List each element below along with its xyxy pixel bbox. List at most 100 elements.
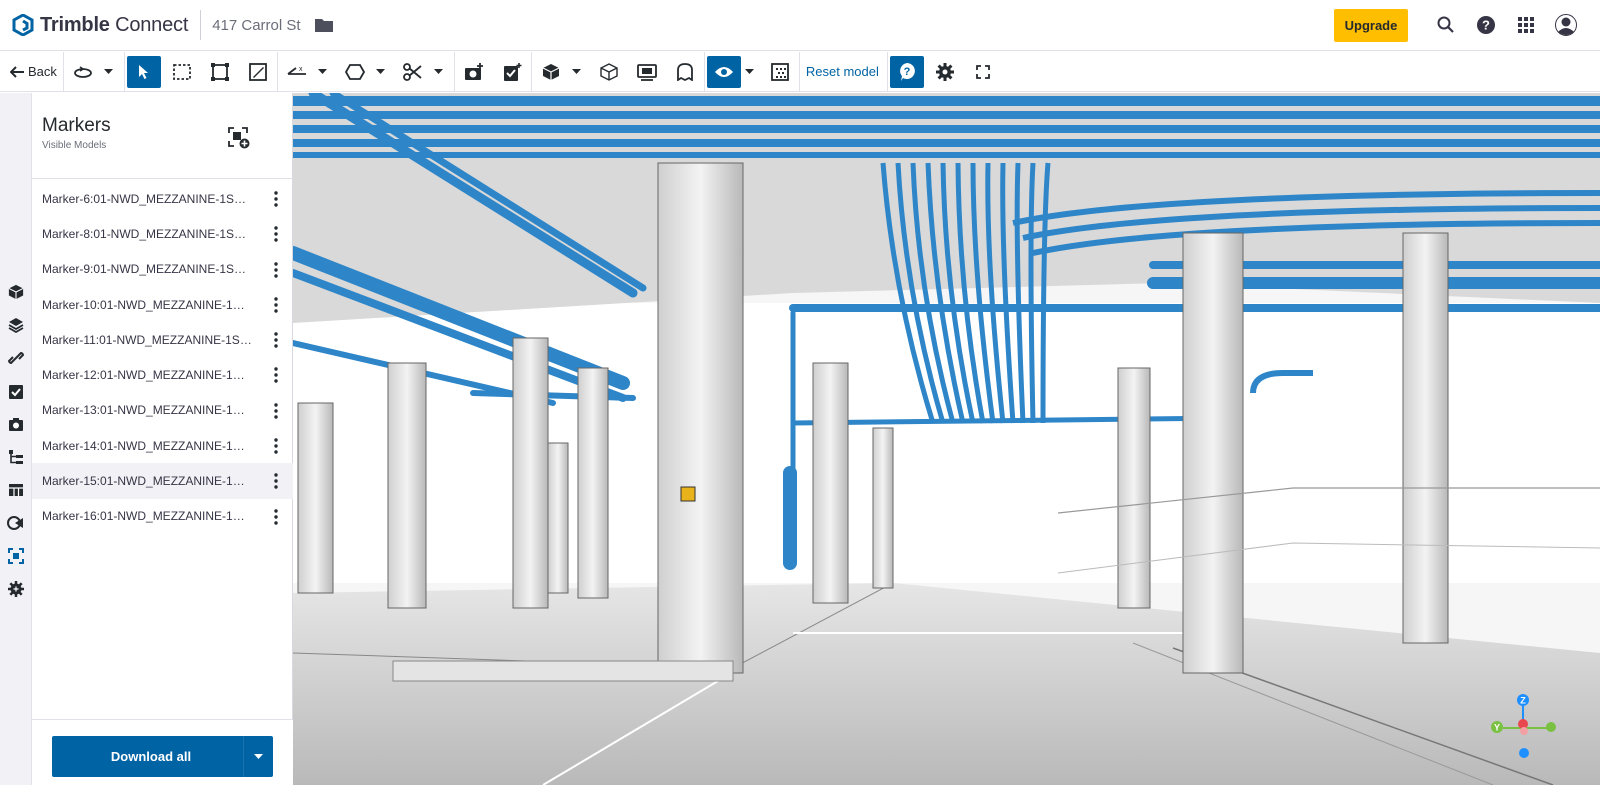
add-marker-icon[interactable] <box>228 127 250 149</box>
measure-icon: x <box>287 66 306 75</box>
more-options-icon[interactable] <box>273 191 279 207</box>
more-options-icon[interactable] <box>273 473 279 490</box>
help-icon[interactable]: ? <box>1466 5 1506 45</box>
eye-icon <box>714 66 733 77</box>
more-options-icon[interactable] <box>273 332 279 348</box>
viewer-toolbar: Back x Reset model ? <box>0 51 1600 92</box>
marker-label: Marker-11:01-NWD_MEZZANINE-1ST FLOOR <box>42 332 252 347</box>
model-scene[interactable]: Z Y <box>293 93 1600 785</box>
checker-grid-icon <box>771 62 789 81</box>
more-options-icon[interactable] <box>273 261 279 278</box>
side-rail <box>0 93 32 785</box>
caret-down-icon <box>376 69 386 74</box>
list-item[interactable]: Marker-10:01-NWD_MEZZANINE-1ST FLOOR <box>32 287 293 322</box>
folder-icon[interactable] <box>314 18 333 32</box>
transform-box-icon <box>210 62 229 81</box>
camera-add-icon <box>464 62 483 80</box>
toolbar-divider <box>453 51 455 92</box>
list-item[interactable]: Marker-16:01-NWD_MEZZANINE-1ST FLOOR <box>32 499 293 534</box>
hierarchy-icon[interactable] <box>6 447 26 467</box>
settings-button[interactable] <box>928 56 962 88</box>
toolbar-divider <box>276 51 278 92</box>
clash-icon[interactable] <box>6 513 26 533</box>
search-icon[interactable] <box>1426 5 1466 45</box>
help-bubble-button[interactable]: ? <box>889 55 924 88</box>
orbit-tool-button[interactable] <box>66 56 100 88</box>
views-icon[interactable] <box>6 414 26 434</box>
more-options-icon[interactable] <box>273 367 279 384</box>
section-tool-button[interactable] <box>396 56 430 88</box>
download-all-button[interactable]: Download all <box>52 736 273 777</box>
3d-viewport[interactable]: Z Y <box>293 93 1600 785</box>
grid-button[interactable] <box>763 56 797 88</box>
trimble-connect-logo[interactable]: Trimble Connect <box>12 14 188 37</box>
box-select-button[interactable] <box>165 56 199 88</box>
list-item[interactable]: Marker-12:01-NWD_MEZZANINE-1ST FLOOR <box>32 357 293 392</box>
measure-dropdown[interactable] <box>316 56 330 88</box>
ghost-mode-button[interactable] <box>668 56 702 88</box>
bounding-box-button[interactable] <box>203 56 237 88</box>
trimble-logo-icon <box>12 14 34 36</box>
marker-label: Marker-6:01-NWD_MEZZANINE-1ST FLOOR <box>42 191 252 206</box>
add-todo-button[interactable] <box>495 56 529 88</box>
more-options-icon[interactable] <box>273 438 279 454</box>
clipboard-check-icon <box>503 62 522 81</box>
pointer-icon <box>138 64 148 79</box>
snapshot-button[interactable] <box>457 56 491 88</box>
reset-model-link[interactable]: Reset model <box>806 64 879 79</box>
extensions-icon[interactable] <box>6 579 26 599</box>
user-avatar-icon[interactable] <box>1546 5 1586 45</box>
render-mode-button[interactable] <box>534 56 568 88</box>
list-item[interactable]: Marker-8:01-NWD_MEZZANINE-1ST FLOOR <box>32 216 293 251</box>
select-tool-button[interactable] <box>126 55 161 88</box>
view-frame-icon <box>637 63 657 81</box>
list-item[interactable]: Marker-14:01-NWD_MEZZANINE-1ST FLOOR <box>32 428 293 463</box>
toolbar-divider <box>703 51 705 92</box>
toolbar-divider <box>123 51 125 92</box>
markup-tool-button[interactable] <box>241 56 275 88</box>
project-name[interactable]: 417 Carrol St <box>212 17 300 34</box>
links-icon[interactable] <box>6 348 26 368</box>
shape-dropdown[interactable] <box>374 56 388 88</box>
section-dropdown[interactable] <box>432 56 446 88</box>
list-item[interactable]: Marker-9:01-NWD_MEZZANINE-1ST FLOOR <box>32 252 293 287</box>
panel-subtitle: Visible Models <box>42 140 107 151</box>
markers-icon[interactable] <box>6 546 26 566</box>
toolbar-divider <box>798 51 800 92</box>
layers-icon[interactable] <box>6 315 26 335</box>
render-mode-dropdown[interactable] <box>570 56 584 88</box>
apps-grid-icon[interactable] <box>1506 5 1546 45</box>
todo-icon[interactable] <box>6 381 26 401</box>
header-divider <box>200 10 202 40</box>
download-dropdown[interactable] <box>243 736 273 777</box>
list-item[interactable]: Marker-11:01-NWD_MEZZANINE-1ST FLOOR <box>32 322 293 357</box>
cube-icon <box>542 63 560 80</box>
fullscreen-button[interactable] <box>966 56 1000 88</box>
more-options-icon[interactable] <box>273 403 279 419</box>
model-view-button[interactable] <box>630 56 664 88</box>
shape-tool-button[interactable] <box>338 56 372 88</box>
models-icon[interactable] <box>6 282 26 302</box>
visibility-button[interactable] <box>706 55 741 88</box>
shape-icon <box>344 63 365 80</box>
caret-down-icon <box>104 69 114 74</box>
upgrade-button[interactable]: Upgrade <box>1334 8 1408 42</box>
visibility-dropdown[interactable] <box>743 56 757 88</box>
list-item[interactable]: Marker-6:01-NWD_MEZZANINE-1ST FLOOR <box>32 181 293 216</box>
table-icon[interactable] <box>6 480 26 500</box>
orbit-icon <box>74 65 92 78</box>
list-item[interactable]: Marker-15:01-NWD_MEZZANINE-1ST FLOOR <box>32 463 293 499</box>
more-options-icon[interactable] <box>273 297 279 313</box>
more-options-icon[interactable] <box>273 508 279 525</box>
marker-label: Marker-16:01-NWD_MEZZANINE-1ST FLOOR <box>42 509 252 524</box>
back-button[interactable]: Back <box>10 52 63 92</box>
marker-label: Marker-13:01-NWD_MEZZANINE-1ST FLOOR <box>42 403 252 418</box>
orbit-dropdown[interactable] <box>102 56 116 88</box>
marquee-icon <box>173 63 191 80</box>
more-options-icon[interactable] <box>273 226 279 242</box>
caret-down-icon <box>572 69 582 74</box>
list-item[interactable]: Marker-13:01-NWD_MEZZANINE-1ST FLOOR <box>32 393 293 428</box>
caret-down-icon <box>745 69 755 74</box>
measure-tool-button[interactable]: x <box>280 56 314 88</box>
transparency-button[interactable] <box>592 56 626 88</box>
